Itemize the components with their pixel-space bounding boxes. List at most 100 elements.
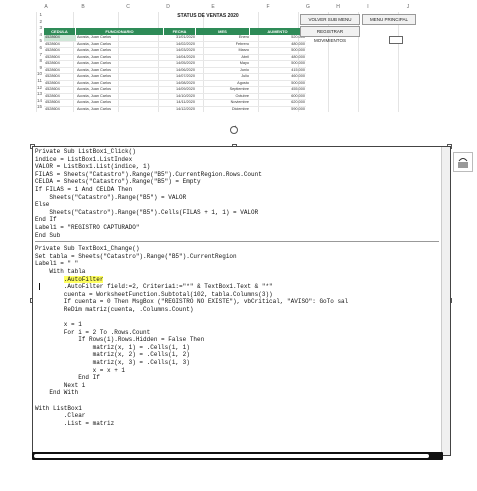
cell-cedula[interactable]: 4528604 [44,42,76,48]
cell-monto[interactable]: 500.000 [250,81,306,87]
cell-cedula[interactable]: 4528604 [44,48,76,54]
cell-cedula[interactable]: 4528604 [44,61,76,67]
column-header[interactable]: I [362,3,374,12]
registrar-movimientos-button[interactable]: REGISTRAR MOVIMIENTOS [300,26,360,43]
cell-mes[interactable]: Abril [196,55,250,61]
rotate-handle-icon[interactable] [229,125,239,135]
column-header[interactable]: B [77,3,89,12]
cell-monto[interactable]: 480.000 [250,55,306,61]
cell-cedula[interactable]: 4528604 [44,107,76,113]
cell-fecha[interactable]: 14/06/2020 [164,68,196,74]
column-header[interactable]: A [40,3,52,12]
cell-monto[interactable]: 415.000 [250,68,306,74]
cell-fecha[interactable]: 14/03/2020 [164,48,196,54]
cell-nombre[interactable]: Acosta, Juan Carlos [76,55,164,61]
scrollbar-thumb[interactable] [34,454,429,458]
cell-monto[interactable]: 500.000 [250,61,306,67]
cell-fecha[interactable]: 14/02/2020 [164,42,196,48]
cell-nombre[interactable]: Acosta, Juan Carlos [76,81,164,87]
cell-nombre[interactable]: Acosta, Juan Carlos [76,68,164,74]
header-cedula[interactable]: CEDULA [44,28,76,35]
column-header[interactable]: F [262,3,274,12]
header-fecha[interactable]: FECHA [164,28,196,35]
row-header[interactable]: 13 [32,91,42,96]
cell-mes[interactable]: Septiembre [196,87,250,93]
menu-principal-button[interactable]: MENU PRINCIPAL [362,14,416,25]
row-header[interactable]: 15 [32,104,42,109]
row-header[interactable]: 12 [32,85,42,90]
cell-fecha[interactable]: 14/12/2020 [164,107,196,113]
row-header[interactable]: 10 [32,71,42,76]
cell-nombre[interactable]: Acosta, Juan Carlos [76,48,164,54]
cell-fecha[interactable]: 14/10/2020 [164,94,196,100]
cell-monto[interactable]: 500.000 [250,48,306,54]
cell-fecha[interactable]: 14/09/2020 [164,87,196,93]
cell-cedula[interactable]: 4528604 [44,87,76,93]
cell-fecha[interactable]: 14/08/2020 [164,81,196,87]
cell-monto[interactable]: 455.000 [250,87,306,93]
cell-monto[interactable]: 600.000 [250,94,306,100]
header-funcionario[interactable]: FUNCIONARIO [76,28,164,35]
cell-fecha[interactable]: 14/07/2020 [164,74,196,80]
cell-monto[interactable]: 590.000 [250,107,306,113]
cell-mes[interactable]: Marzo [196,48,250,54]
row-header[interactable]: 3 [32,25,42,30]
row-header[interactable]: 7 [32,52,42,57]
cell-mes[interactable]: Agosto [196,81,250,87]
cell-nombre[interactable]: Acosta, Juan Carlos [76,61,164,67]
cell-cedula[interactable]: 4528604 [44,35,76,41]
spreadsheet[interactable]: ABCDEFGHIJ 1 2 3 4 5 6 7 8 9 10 11 12 13 14 15 STATUS … [32,0,456,112]
volver-sub-menu-metas-button[interactable]: VOLVER SUB MENU METAS [300,14,360,31]
selected-cell[interactable] [389,36,403,44]
column-header[interactable]: H [332,3,344,12]
row-header[interactable]: 2 [32,19,42,24]
cell-mes[interactable]: Octubre [196,94,250,100]
cell-cedula[interactable]: 4528604 [44,94,76,100]
cell-cedula[interactable]: 4528604 [44,74,76,80]
column-header[interactable]: J [402,3,414,12]
row-header[interactable]: 11 [32,78,42,83]
cell-monto[interactable]: 460.000 [250,74,306,80]
header-aumento[interactable]: AUMENTO [250,28,306,35]
column-header[interactable]: G [302,3,314,12]
cell-fecha[interactable]: 31/01/2020 [164,35,196,41]
column-header[interactable]: D [162,3,174,12]
row-header[interactable]: 4 [32,32,42,37]
cell-monto[interactable]: 620.000 [250,100,306,106]
cell-mes[interactable]: Febrero [196,42,250,48]
code-editor[interactable]: Private Sub ListBox1_Click() indice = Lis… [32,146,451,456]
cell-mes[interactable]: Noviembre [196,100,250,106]
row-header[interactable]: 14 [32,98,42,103]
cell-fecha[interactable]: 14/11/2020 [164,100,196,106]
cell-nombre[interactable]: Acosta, Juan Carlos [76,35,164,41]
cell-mes[interactable]: Julio [196,74,250,80]
column-header[interactable]: C [122,3,134,12]
cell-fecha[interactable]: 14/04/2020 [164,55,196,61]
cell-nombre[interactable]: Acosta, Juan Carlos [76,107,164,113]
cell-nombre[interactable]: Acosta, Juan Carlos [76,100,164,106]
row-header[interactable]: 9 [32,65,42,70]
cell-nombre[interactable]: Acosta, Juan Carlos [76,87,164,93]
cell-cedula[interactable]: 4528604 [44,55,76,61]
cell-mes[interactable]: Mayo [196,61,250,67]
layout-options-button[interactable] [453,152,473,172]
row-header[interactable]: 6 [32,45,42,50]
header-mes[interactable]: MES [196,28,250,35]
vertical-scrollbar[interactable] [441,147,450,455]
cell-monto[interactable]: 480.000 [250,42,306,48]
cell-mes[interactable]: Junio [196,68,250,74]
cell-cedula[interactable]: 4528604 [44,68,76,74]
cell-cedula[interactable]: 4528604 [44,100,76,106]
row-header[interactable]: 1 [32,12,42,17]
cell-nombre[interactable]: Acosta, Juan Carlos [76,42,164,48]
cell-fecha[interactable]: 14/05/2020 [164,61,196,67]
row-header[interactable]: 5 [32,38,42,43]
cell-mes[interactable]: Diciembre [196,107,250,113]
horizontal-scrollbar[interactable] [32,452,443,460]
cell-nombre[interactable]: Acosta, Juan Carlos [76,94,164,100]
column-header[interactable]: E [207,3,219,12]
table-row[interactable]: 4528604 Acosta, Juan Carlos 14/12/2020 Dici… [44,107,306,113]
row-header[interactable]: 8 [32,58,42,63]
cell-mes[interactable]: Enero [196,35,250,41]
cell-cedula[interactable]: 4528604 [44,81,76,87]
